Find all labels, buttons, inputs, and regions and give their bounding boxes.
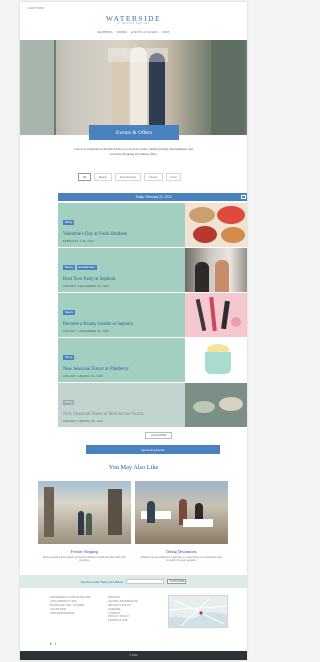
event-card[interactable]: Dining New Seasonal Menu at Mendocino Fa… [58,383,247,427]
intro-text: Join us at Waterside in Marina del Rey f… [74,147,193,156]
twitter-icon[interactable]: t [55,642,56,646]
page: SHOP NOW WATERSIDE AT MARINA DEL REY SHO… [20,2,247,660]
promo-description: Shop everything from organic groceries t… [43,556,126,563]
copyright-bar: © 2022 [20,651,247,660]
event-date: FEBRUARY 1-28, 2022 [63,239,94,243]
promo-title[interactable]: Dining Destinations [135,550,228,554]
nav-visit[interactable]: VISIT [162,31,170,34]
footer-address: WATERSIDE AT MARINA DEL REY 4700 ADMIRAL… [50,596,91,615]
promo-image [135,481,228,544]
footer: WATERSIDE AT MARINA DEL REY 4700 ADMIRAL… [20,588,247,651]
promo-card-shopping[interactable]: Premier Shopping Shop everything from or… [38,481,131,563]
event-image [185,293,247,337]
you-may-also-like-heading: You May Also Like [108,464,159,471]
hero-image [20,40,247,135]
filter-entertainment[interactable]: Entertainment [114,173,142,182]
event-tag: Dining [63,400,75,406]
newsletter-label: Get the Latest News and Offers [80,579,124,584]
storefront-door-left [20,40,56,135]
event-tag: Beauty [63,265,76,271]
load-more-button[interactable]: LOAD MORE [145,432,172,439]
event-title[interactable]: New Seasonal Flavor at Pinkberry [63,367,180,373]
event-image [185,203,247,247]
location-map[interactable] [168,595,228,628]
newsletter-email-input[interactable] [126,578,165,585]
event-date: JANUARY 1-DECEMBER 31, 2022 [63,329,109,333]
event-image [185,338,247,382]
subscribe-button[interactable]: SUBSCRIBE [167,578,187,585]
event-title[interactable]: Valentine's Day at Fresh Brothers [63,232,180,238]
event-date: JANUARY 1-MARCH 31, 2022 [63,419,104,423]
facebook-icon[interactable]: f [50,642,51,646]
nav-events-offers[interactable]: EVENTS & OFFERS [131,31,158,34]
footer-email[interactable]: INFO@WATERSIDE [50,612,91,616]
event-card[interactable]: Beauty Become a Beauty Insider at Sephor… [58,293,247,337]
today-label: Today: February 22, 2022 [135,195,172,199]
event-date: JANUARY 1-DECEMBER 31, 2022 [63,284,109,288]
newsletter-bar: Get the Latest News and Offers SUBSCRIBE [20,575,247,588]
nav-shopping[interactable]: SHOPPING [97,31,112,34]
event-tag: Dining [63,220,75,226]
event-image [185,248,247,292]
copyright-text: © 2022 [129,653,138,657]
event-title[interactable]: Become a Beauty Insider at Sephora [63,322,180,328]
promo-description: Whether you are looking for a light bite… [140,556,223,563]
upcoming-events-button[interactable]: Upcoming Events [86,445,220,454]
event-date: JANUARY 1-MARCH 31, 2022 [63,374,104,378]
logo-subtitle: AT MARINA DEL REY [116,22,151,25]
social-links: f t [50,642,56,646]
filter-all[interactable]: All [78,173,91,182]
event-title[interactable]: Host Your Party at Sephora [63,277,180,283]
main-nav: SHOPPING DINING EVENTS & OFFERS VISIT [20,31,247,34]
event-card[interactable]: Dining New Seasonal Flavor at Pinkberry … [58,338,247,382]
event-card[interactable]: Dining Valentine's Day at Fresh Brothers… [58,203,247,247]
promo-title[interactable]: Premier Shopping [38,550,131,554]
storefront-door-right [211,40,247,135]
shopper-figure [112,55,128,135]
filter-beauty[interactable]: Beauty [93,173,112,182]
storefront-window [108,48,168,62]
event-tag: Dining [63,355,75,361]
event-tag: Beauty [63,310,76,316]
promo-card-dining[interactable]: Dining Destinations Whether you are look… [135,481,228,563]
events-date-header: Today: February 22, 2022 [58,193,247,201]
footer-link[interactable]: TERMS OF USE [108,619,138,623]
event-image [185,383,247,427]
category-filters: All Beauty Entertainment Fitness Food [78,173,182,182]
nav-dining[interactable]: DINING [117,31,127,34]
filter-fitness[interactable]: Fitness [144,173,163,182]
promo-image [38,481,131,544]
map-graphic [169,598,227,627]
event-title[interactable]: New Seasonal Menu at Mendocino Farms [63,412,180,418]
filter-food[interactable]: Food [165,173,182,182]
shopper-figure [149,53,165,135]
footer-links: TENANTS LEASING INFORMATION SECURITY POL… [108,596,138,623]
page-title: Events & Offers [89,125,179,140]
event-card[interactable]: Beauty Entertainment Host Your Party at S… [58,248,247,292]
calendar-icon[interactable] [241,195,246,199]
event-tag: Entertainment [76,265,97,271]
shop-now-link[interactable]: SHOP NOW [28,7,44,10]
